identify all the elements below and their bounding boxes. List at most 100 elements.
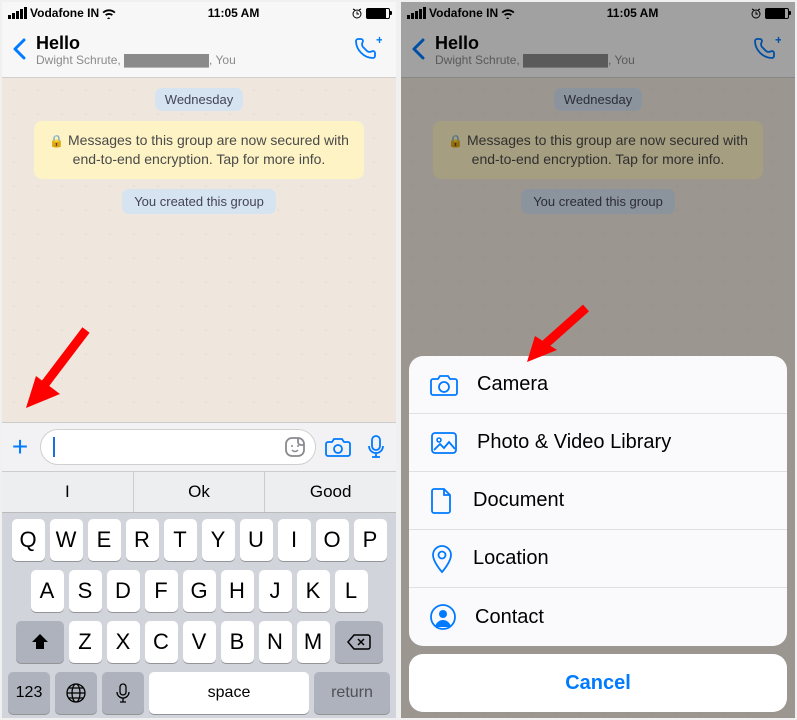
key-i[interactable]: I xyxy=(278,519,311,561)
key-e[interactable]: E xyxy=(88,519,121,561)
system-message: You created this group xyxy=(521,189,675,214)
chat-title-block[interactable]: Hello Dwight Schrute, ██████████, You xyxy=(435,33,743,67)
wifi-icon xyxy=(501,8,515,19)
status-bar: Vodafone IN 11:05 AM xyxy=(401,2,795,24)
battery-icon xyxy=(765,8,789,19)
contact-icon xyxy=(429,603,457,631)
key-m[interactable]: M xyxy=(297,621,330,663)
carrier-label: Vodafone IN xyxy=(30,6,99,20)
suggestion-1[interactable]: I xyxy=(2,472,134,512)
key-g[interactable]: G xyxy=(183,570,216,612)
key-t[interactable]: T xyxy=(164,519,197,561)
key-f[interactable]: F xyxy=(145,570,178,612)
camera-icon[interactable] xyxy=(324,435,352,459)
shift-key[interactable] xyxy=(16,621,64,663)
chat-header: Hello Dwight Schrute, ██████████, You + xyxy=(401,24,795,78)
globe-key[interactable] xyxy=(55,672,97,714)
lock-icon: 🔒 xyxy=(448,134,463,148)
kb-row-3: Z X C V B N M xyxy=(6,621,392,663)
key-s[interactable]: S xyxy=(69,570,102,612)
chat-subtitle: Dwight Schrute, ██████████, You xyxy=(435,54,743,68)
attach-camera[interactable]: Camera xyxy=(409,356,787,414)
attach-contact[interactable]: Contact xyxy=(409,588,787,646)
key-n[interactable]: N xyxy=(259,621,292,663)
attach-document[interactable]: Document xyxy=(409,472,787,530)
message-input[interactable] xyxy=(40,429,316,465)
battery-icon xyxy=(366,8,390,19)
phone-right: Vodafone IN 11:05 AM Hello Dwight Schrut… xyxy=(401,2,795,718)
key-q[interactable]: Q xyxy=(12,519,45,561)
kb-row-4: 123 space return xyxy=(6,672,392,714)
key-h[interactable]: H xyxy=(221,570,254,612)
backspace-key[interactable] xyxy=(335,621,383,663)
key-d[interactable]: D xyxy=(107,570,140,612)
mic-icon[interactable] xyxy=(366,434,386,460)
back-button[interactable] xyxy=(411,35,425,67)
attach-location[interactable]: Location xyxy=(409,530,787,588)
suggestion-bar: I Ok Good xyxy=(2,471,396,513)
suggestion-3[interactable]: Good xyxy=(265,472,396,512)
encryption-notice: 🔒Messages to this group are now secured … xyxy=(433,121,763,179)
text-caret xyxy=(53,437,55,457)
key-b[interactable]: B xyxy=(221,621,254,663)
key-x[interactable]: X xyxy=(107,621,140,663)
key-a[interactable]: A xyxy=(31,570,64,612)
item-label: Contact xyxy=(475,606,544,629)
attach-button[interactable]: + xyxy=(8,431,32,463)
item-label: Location xyxy=(473,547,549,570)
key-r[interactable]: R xyxy=(126,519,159,561)
key-p[interactable]: P xyxy=(354,519,387,561)
status-time: 11:05 AM xyxy=(607,6,659,20)
chat-title-block[interactable]: Hello Dwight Schrute, ██████████, You xyxy=(36,33,344,67)
attachment-options: Camera Photo & Video Library Document Lo… xyxy=(409,356,787,646)
system-message: You created this group xyxy=(122,189,276,214)
date-pill: Wednesday xyxy=(554,88,642,111)
alarm-icon xyxy=(351,7,363,19)
call-button[interactable]: + xyxy=(354,36,382,65)
key-v[interactable]: V xyxy=(183,621,216,663)
item-label: Document xyxy=(473,489,564,512)
wifi-icon xyxy=(102,8,116,19)
alarm-icon xyxy=(750,7,762,19)
status-time: 11:05 AM xyxy=(208,6,260,20)
key-c[interactable]: C xyxy=(145,621,178,663)
composer: + xyxy=(2,422,396,471)
call-button[interactable]: + xyxy=(753,36,781,65)
date-pill: Wednesday xyxy=(155,88,243,111)
kb-row-1: Q W E R T Y U I O P xyxy=(6,519,392,561)
location-icon xyxy=(429,544,455,574)
attachment-action-sheet: Camera Photo & Video Library Document Lo… xyxy=(409,356,787,712)
back-button[interactable] xyxy=(12,35,26,67)
key-w[interactable]: W xyxy=(50,519,83,561)
numbers-key[interactable]: 123 xyxy=(8,672,50,714)
space-key[interactable]: space xyxy=(149,672,309,714)
cancel-button[interactable]: Cancel xyxy=(409,654,787,712)
keyboard: Q W E R T Y U I O P A S D F G H J K L Z xyxy=(2,513,396,718)
key-k[interactable]: K xyxy=(297,570,330,612)
key-l[interactable]: L xyxy=(335,570,368,612)
carrier-label: Vodafone IN xyxy=(429,6,498,20)
document-icon xyxy=(429,486,455,516)
kb-row-2: A S D F G H J K L xyxy=(6,570,392,612)
item-label: Photo & Video Library xyxy=(477,431,671,454)
item-label: Camera xyxy=(477,373,548,396)
chat-header: Hello Dwight Schrute, ██████████, You + xyxy=(2,24,396,78)
key-j[interactable]: J xyxy=(259,570,292,612)
key-u[interactable]: U xyxy=(240,519,273,561)
signal-icon xyxy=(407,7,426,19)
key-o[interactable]: O xyxy=(316,519,349,561)
dictation-key[interactable] xyxy=(102,672,144,714)
encryption-notice[interactable]: 🔒Messages to this group are now secured … xyxy=(34,121,364,179)
svg-text:+: + xyxy=(775,36,781,47)
attach-photo-video[interactable]: Photo & Video Library xyxy=(409,414,787,472)
chat-subtitle: Dwight Schrute, ██████████, You xyxy=(36,54,344,68)
key-y[interactable]: Y xyxy=(202,519,235,561)
photo-icon xyxy=(429,430,459,456)
signal-icon xyxy=(8,7,27,19)
chat-title: Hello xyxy=(36,33,344,54)
key-z[interactable]: Z xyxy=(69,621,102,663)
suggestion-2[interactable]: Ok xyxy=(134,472,266,512)
return-key[interactable]: return xyxy=(314,672,390,714)
sticker-icon[interactable] xyxy=(283,435,307,459)
chat-body[interactable]: Wednesday 🔒Messages to this group are no… xyxy=(2,78,396,422)
